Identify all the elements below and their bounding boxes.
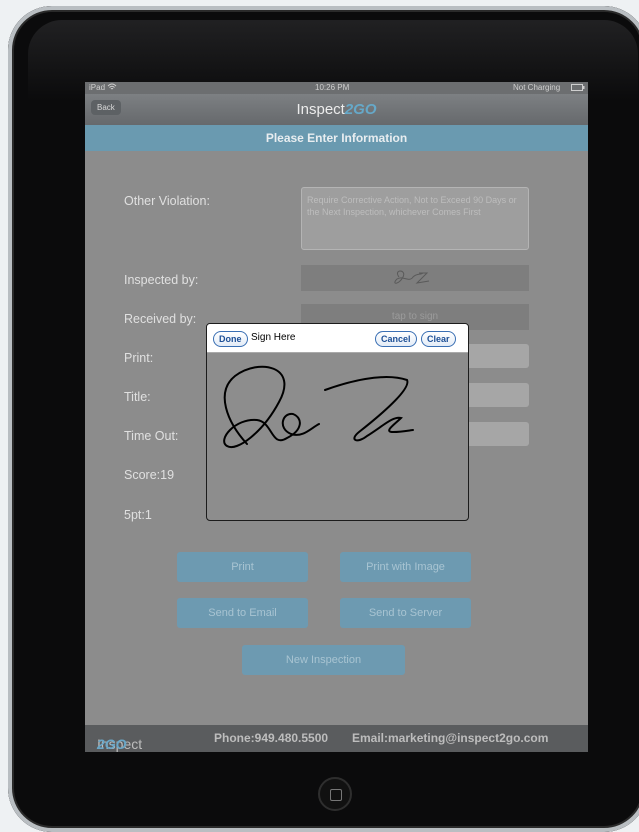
footer-brand-accent: 2GO [97,736,127,752]
received-by-label: Received by: [124,312,197,326]
inspected-by-signature[interactable] [301,265,529,291]
other-violation-textarea[interactable]: Require Corrective Action, Not to Exceed… [301,187,529,250]
send-to-server-button[interactable]: Send to Server [340,598,471,628]
signature-canvas[interactable] [207,352,468,520]
print-button[interactable]: Print [177,552,308,582]
print-label: Print: [124,351,154,365]
five-point-label: 5pt:1 [124,508,152,522]
footer-bar: Inspect 2GO Phone:949.480.5500 Email:mark… [85,725,588,752]
status-bar: iPad 10:26 PM Not Charging [85,82,588,94]
screen: iPad 10:26 PM Not Charging Back Inspect2… [85,82,588,752]
time-out-label: Time Out: [124,429,179,443]
app-title-accent: 2GO [344,101,377,118]
popup-toolbar: Done Sign Here Cancel Clear [207,324,468,353]
footer-email[interactable]: Email:marketing@inspect2go.com [352,731,548,745]
app-title: Inspect2GO [85,101,588,118]
battery-icon [571,84,585,93]
score-label: Score:19 [124,468,175,482]
section-header: Please Enter Information [85,125,588,151]
footer-phone: Phone:949.480.5500 [214,731,329,745]
signature-popup: Done Sign Here Cancel Clear [206,323,469,521]
clear-button[interactable]: Clear [421,331,456,347]
home-button-icon [330,789,342,801]
signature-stroke-1 [223,365,320,449]
title-label: Title: [124,390,151,404]
home-button[interactable] [318,777,352,811]
new-inspection-button[interactable]: New Inspection [242,645,405,675]
inspected-by-label: Inspected by: [124,273,199,287]
cancel-button[interactable]: Cancel [375,331,417,347]
title-input[interactable] [460,383,529,407]
nav-bar: Back Inspect2GO [85,94,588,125]
print-with-image-button[interactable]: Print with Image [340,552,471,582]
signature-stroke-2 [324,376,414,442]
print-input[interactable] [460,344,529,368]
other-violation-label: Other Violation: [124,194,210,208]
wifi-icon [107,83,117,93]
device-name: iPad [89,83,106,92]
popup-title: Sign Here [251,332,296,343]
app-title-text: Inspect [296,101,345,118]
status-time: 10:26 PM [315,83,350,92]
done-button[interactable]: Done [213,331,248,347]
inspected-signature-image [394,270,430,284]
battery-status: Not Charging [513,83,561,92]
send-to-email-button[interactable]: Send to Email [177,598,308,628]
time-out-input[interactable] [460,422,529,446]
